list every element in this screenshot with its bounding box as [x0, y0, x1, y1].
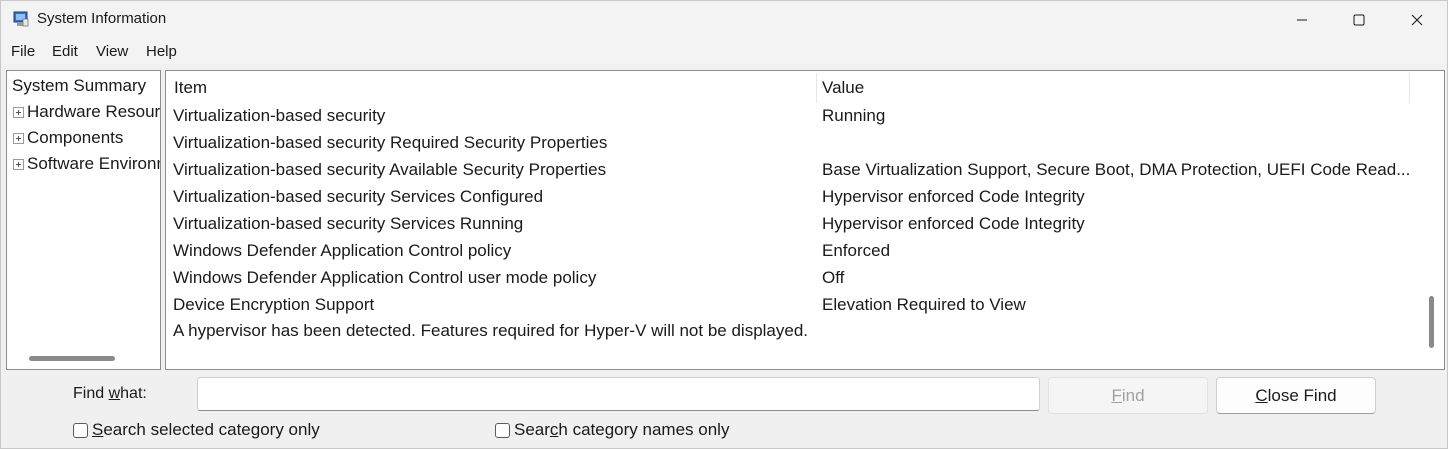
table-row[interactable]: Device Encryption Support Elevation Requ… [166, 291, 1420, 318]
row-value-cell: Enforced [822, 241, 891, 260]
tree-item-label: Software Environment [27, 154, 160, 173]
row-value-cell: Running [822, 106, 886, 125]
maximize-button[interactable] [1330, 1, 1388, 39]
tree-item-system-summary[interactable]: System Summary [12, 76, 146, 96]
menu-edit[interactable]: Edit [52, 43, 78, 60]
row-value-cell: Base Virtualization Support, Secure Boot… [822, 160, 1411, 179]
close-window-button[interactable] [1388, 1, 1446, 39]
row-item-cell: Virtualization-based security Services C… [173, 187, 544, 206]
column-header-item[interactable]: Item [174, 78, 207, 98]
column-divider [1409, 73, 1410, 103]
search-selected-category-label: Search selected category only [92, 420, 320, 439]
tree-item-hardware-resources[interactable]: Hardware Resources [13, 102, 161, 122]
tree-item-software-environment[interactable]: Software Environment [13, 154, 160, 174]
column-header-value[interactable]: Value [822, 78, 864, 98]
tree-item-components[interactable]: Components [13, 128, 123, 148]
hypervisor-notice: A hypervisor has been detected. Features… [173, 321, 809, 340]
row-item-cell: Virtualization-based security Required S… [173, 133, 608, 152]
row-item-cell: Windows Defender Application Control pol… [173, 241, 512, 260]
table-row[interactable]: Virtualization-based security Available … [166, 156, 1420, 183]
row-item-cell: Windows Defender Application Control use… [173, 268, 597, 287]
title-bar[interactable]: System Information [1, 1, 1447, 39]
row-value-cell: Off [822, 268, 845, 287]
row-item-cell: Virtualization-based security Available … [173, 160, 607, 179]
minimize-icon [1297, 19, 1307, 21]
search-category-names-label: Search category names only [514, 420, 730, 439]
table-row[interactable]: Windows Defender Application Control use… [166, 264, 1420, 291]
row-item-cell: Virtualization-based security Services R… [173, 214, 524, 233]
search-selected-category-option[interactable]: Search selected category only [73, 420, 320, 440]
table-row[interactable]: Virtualization-based security Running [166, 102, 1420, 129]
search-category-names-option[interactable]: Search category names only [495, 420, 729, 440]
category-tree[interactable]: System Summary Hardware Resources Compon… [6, 70, 161, 370]
expand-plus-icon[interactable] [13, 158, 24, 170]
minimize-button[interactable] [1273, 1, 1331, 39]
column-divider[interactable] [816, 73, 817, 103]
list-vertical-scrollbar[interactable] [1429, 296, 1434, 348]
menu-help[interactable]: Help [146, 43, 177, 60]
table-row[interactable]: Windows Defender Application Control pol… [166, 237, 1420, 264]
row-value-cell: Elevation Required to View [822, 295, 1026, 314]
window-title: System Information [37, 10, 167, 27]
tree-horizontal-scrollbar[interactable] [29, 356, 115, 361]
tree-item-label: Hardware Resources [27, 102, 161, 121]
search-selected-category-checkbox[interactable] [73, 422, 88, 438]
menu-file[interactable]: File [11, 43, 35, 60]
row-item-cell: Virtualization-based security [173, 106, 386, 125]
find-what-label: Find what: [73, 385, 147, 402]
find-what-input[interactable] [197, 377, 1040, 411]
system-information-app-icon [13, 11, 29, 27]
tree-item-label: Components [27, 128, 124, 147]
menu-view[interactable]: View [96, 43, 128, 60]
menu-bar: File Edit View Help [1, 39, 1447, 64]
row-item-cell: Device Encryption Support [173, 295, 375, 314]
table-row[interactable]: Virtualization-based security Required S… [166, 129, 1420, 156]
system-information-window: System Information File Edit View Help S… [0, 0, 1448, 449]
row-value-cell: Hypervisor enforced Code Integrity [822, 187, 1085, 206]
table-row[interactable]: Virtualization-based security Services R… [166, 210, 1420, 237]
expand-plus-icon[interactable] [13, 132, 24, 144]
details-list[interactable]: Item Value Virtualization-based security… [165, 70, 1445, 370]
search-category-names-checkbox[interactable] [495, 422, 510, 438]
row-value-cell: Hypervisor enforced Code Integrity [822, 214, 1085, 233]
maximize-icon [1353, 14, 1365, 26]
close-find-button[interactable]: Close Find [1216, 377, 1376, 414]
expand-plus-icon[interactable] [13, 106, 24, 118]
close-icon [1411, 14, 1423, 26]
find-button[interactable]: Find [1048, 377, 1208, 414]
table-row[interactable]: Virtualization-based security Services C… [166, 183, 1420, 210]
